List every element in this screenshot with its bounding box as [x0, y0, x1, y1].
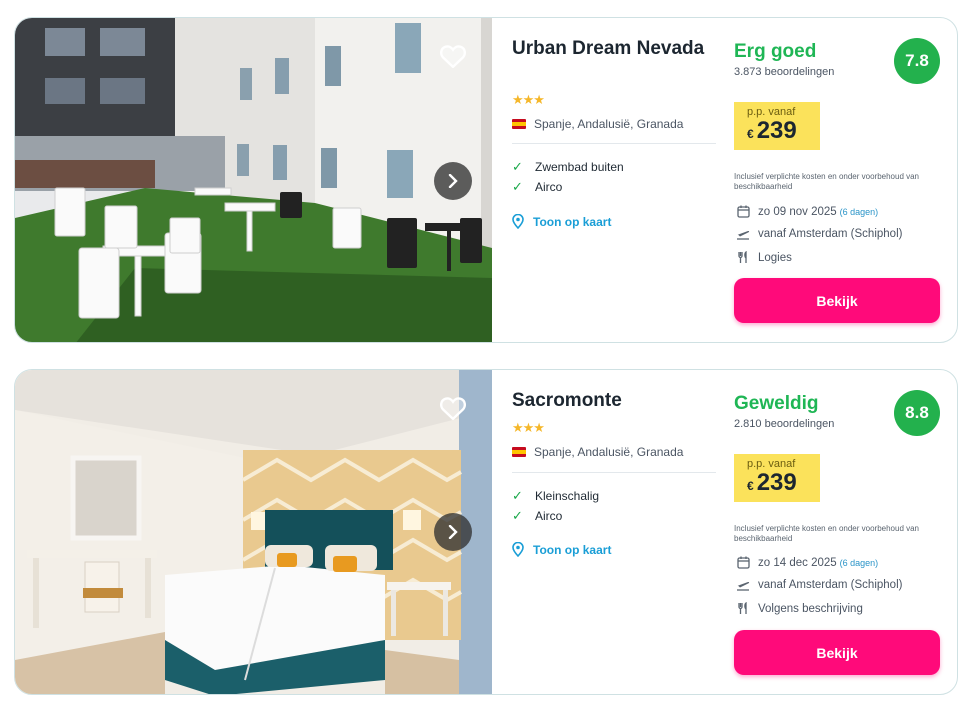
cutlery-icon [736, 251, 750, 264]
price-value: €239 [747, 119, 820, 146]
hotel-location: Spanje, Andalusië, Granada [512, 117, 683, 131]
price-disclaimer: Inclusief verplichte kosten en onder voo… [734, 524, 920, 543]
next-photo-button[interactable] [434, 162, 472, 200]
hotel-info: Sacromonte ★★★ Spanje, Andalusië, Granad… [512, 370, 722, 694]
feature-item: ✓ Zwembad buiten [512, 159, 624, 175]
map-link-label: Toon op kaart [533, 214, 612, 229]
hotel-info: Urban Dream Nevada ★★★ Spanje, Andalusië… [512, 18, 722, 342]
map-link-label: Toon op kaart [533, 542, 612, 557]
hotel-photo-terrace[interactable] [15, 18, 492, 342]
price-box: p.p. vanaf €239 [734, 454, 820, 502]
flag-spain-icon [512, 119, 526, 129]
divider [512, 143, 716, 144]
board-type: Logies [736, 251, 792, 264]
check-icon: ✓ [512, 488, 523, 503]
view-button[interactable]: Bekijk [734, 278, 940, 323]
location-text: Spanje, Andalusië, Granada [534, 445, 684, 459]
price-disclaimer: Inclusief verplichte kosten en onder voo… [734, 172, 920, 191]
star-rating: ★★★ [512, 92, 545, 107]
hotel-photo-image [15, 370, 492, 694]
hotel-name[interactable]: Sacromonte [512, 390, 712, 412]
feature-label: Airco [535, 180, 563, 194]
check-icon: ✓ [512, 508, 523, 523]
check-icon: ✓ [512, 179, 523, 194]
rating-word: Erg goed [734, 41, 817, 62]
departure-date: zo 09 nov 2025 (6 dagen) [736, 205, 878, 218]
plane-icon [736, 228, 750, 240]
plane-icon [736, 579, 750, 591]
duration-text: (6 dagen) [839, 206, 879, 217]
price-amount: 239 [756, 117, 797, 144]
departure-text: vanaf Amsterdam (Schiphol) [758, 579, 903, 591]
chevron-right-icon [448, 525, 458, 539]
favorite-heart-icon[interactable] [440, 44, 466, 68]
show-on-map-link[interactable]: Toon op kaart [512, 542, 611, 557]
feature-label: Airco [535, 509, 563, 523]
board-text: Volgens beschrijving [758, 602, 863, 615]
board-type: Volgens beschrijving [736, 602, 863, 615]
departure-date: zo 14 dec 2025 (6 dagen) [736, 556, 878, 569]
favorite-heart-icon[interactable] [440, 396, 466, 420]
currency-symbol: € [747, 127, 754, 141]
review-count[interactable]: 3.873 beoordelingen [734, 66, 834, 78]
hotel-photo-room[interactable] [15, 370, 492, 694]
map-pin-icon [512, 542, 524, 557]
review-count[interactable]: 2.810 beoordelingen [734, 418, 834, 430]
calendar-icon [736, 556, 750, 569]
hotel-card[interactable]: Urban Dream Nevada ★★★ Spanje, Andalusië… [14, 17, 958, 343]
date-text: zo 09 nov 2025 [758, 205, 837, 218]
score-badge: 8.8 [894, 390, 940, 436]
duration-text: (6 dagen) [839, 557, 879, 568]
departure-airport: vanaf Amsterdam (Schiphol) [736, 228, 902, 240]
price-value: €239 [747, 471, 820, 498]
show-on-map-link[interactable]: Toon op kaart [512, 214, 611, 229]
hotel-name[interactable]: Urban Dream Nevada [512, 38, 712, 60]
currency-symbol: € [747, 479, 754, 493]
rating-word: Geweldig [734, 393, 819, 414]
next-photo-button[interactable] [434, 513, 472, 551]
departure-airport: vanaf Amsterdam (Schiphol) [736, 579, 902, 591]
date-text: zo 14 dec 2025 [758, 556, 837, 569]
booking-panel: Geweldig 2.810 beoordelingen 8.8 p.p. va… [734, 370, 944, 694]
view-button[interactable]: Bekijk [734, 630, 940, 675]
feature-item: ✓ Airco [512, 508, 562, 524]
cutlery-icon [736, 602, 750, 615]
feature-label: Zwembad buiten [535, 160, 624, 174]
feature-item: ✓ Kleinschalig [512, 488, 599, 504]
chevron-right-icon [448, 174, 458, 188]
feature-item: ✓ Airco [512, 179, 562, 195]
hotel-location: Spanje, Andalusië, Granada [512, 445, 683, 459]
star-rating: ★★★ [512, 420, 545, 435]
score-badge: 7.8 [894, 38, 940, 84]
price-amount: 239 [756, 469, 797, 496]
booking-panel: Erg goed 3.873 beoordelingen 7.8 p.p. va… [734, 18, 944, 342]
feature-label: Kleinschalig [535, 489, 600, 503]
check-icon: ✓ [512, 159, 523, 174]
flag-spain-icon [512, 447, 526, 457]
divider [512, 472, 716, 473]
board-text: Logies [758, 251, 792, 264]
price-box: p.p. vanaf €239 [734, 102, 820, 150]
hotel-photo-image [15, 18, 492, 342]
calendar-icon [736, 205, 750, 218]
location-text: Spanje, Andalusië, Granada [534, 117, 684, 131]
hotel-card[interactable]: Sacromonte ★★★ Spanje, Andalusië, Granad… [14, 369, 958, 695]
map-pin-icon [512, 214, 524, 229]
departure-text: vanaf Amsterdam (Schiphol) [758, 228, 903, 240]
